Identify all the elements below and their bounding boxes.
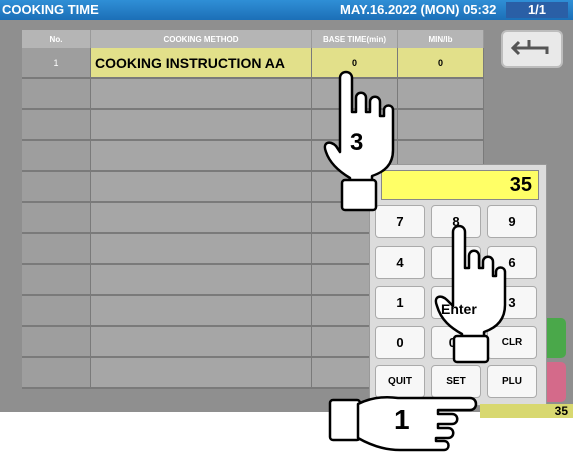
return-arrow-icon <box>510 40 549 56</box>
clear-button[interactable]: CLR <box>487 326 537 359</box>
date-time: MAY.16.2022 (MON) 05:32 <box>340 2 497 17</box>
title-bar: COOKING TIME MAY.16.2022 (MON) 05:32 1/1 <box>0 0 573 20</box>
key-0[interactable]: 0 <box>375 326 425 359</box>
header-base-time: BASE TIME(min) <box>312 30 398 48</box>
header-min-lb: MIN/lb <box>398 30 484 48</box>
table-row[interactable] <box>22 110 484 141</box>
enter-label: Enter <box>441 301 477 317</box>
table-row[interactable] <box>22 79 484 110</box>
key-7[interactable]: 7 <box>375 205 425 238</box>
key-3[interactable]: 3 <box>487 286 537 319</box>
keypad-display: 35 <box>381 170 539 200</box>
table-row[interactable]: 1 COOKING INSTRUCTION AA 0 0 <box>22 48 484 79</box>
back-button[interactable] <box>501 30 563 68</box>
quit-button[interactable]: QUIT <box>375 365 425 398</box>
header-cooking-method: COOKING METHOD <box>91 30 312 48</box>
set-button[interactable]: SET <box>431 365 481 398</box>
row-cooking-method[interactable]: COOKING INSTRUCTION AA <box>91 48 312 77</box>
row-no: 1 <box>22 48 91 77</box>
screen-title: COOKING TIME <box>2 2 99 17</box>
row-min-lb[interactable]: 0 <box>398 48 484 77</box>
status-value: 35 <box>554 404 568 418</box>
numeric-keypad: 35 7 8 9 4 5 6 1 2 3 0 00 CLR QUIT SET P… <box>369 164 547 406</box>
key-00[interactable]: 00 <box>431 326 481 359</box>
page-indicator: 1/1 <box>506 2 568 18</box>
key-4[interactable]: 4 <box>375 246 425 279</box>
key-9[interactable]: 9 <box>487 205 537 238</box>
key-8[interactable]: 8 <box>431 205 481 238</box>
step-1-label: 1 <box>394 404 410 435</box>
step-3-label: 3 <box>350 129 364 156</box>
header-no: No. <box>22 30 91 48</box>
row-base-time[interactable]: 0 <box>312 48 398 77</box>
key-6[interactable]: 6 <box>487 246 537 279</box>
table-header: No. COOKING METHOD BASE TIME(min) MIN/lb <box>22 30 484 48</box>
key-5[interactable]: 5 <box>431 246 481 279</box>
key-1[interactable]: 1 <box>375 286 425 319</box>
plu-button[interactable]: PLU <box>487 365 537 398</box>
